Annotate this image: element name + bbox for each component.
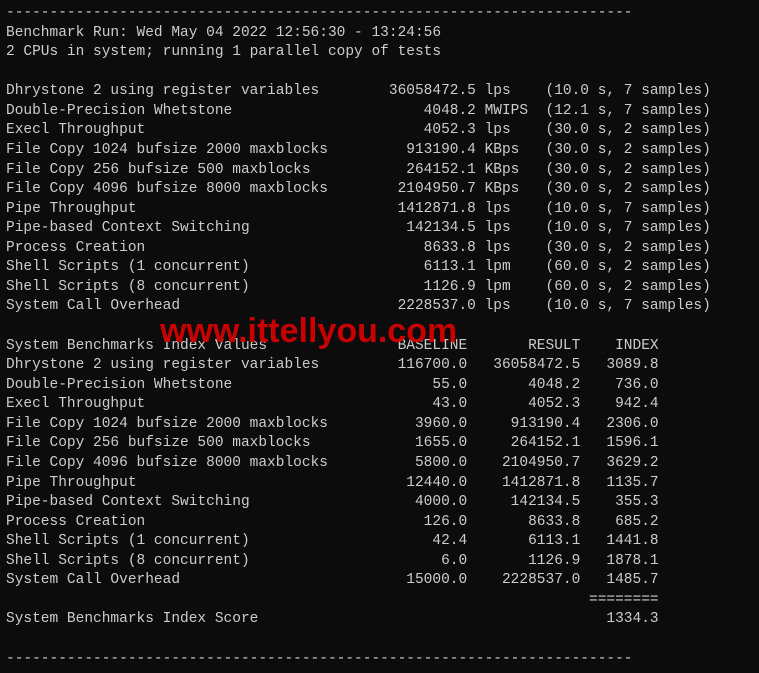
- benchmark-output: ----------------------------------------…: [0, 0, 759, 673]
